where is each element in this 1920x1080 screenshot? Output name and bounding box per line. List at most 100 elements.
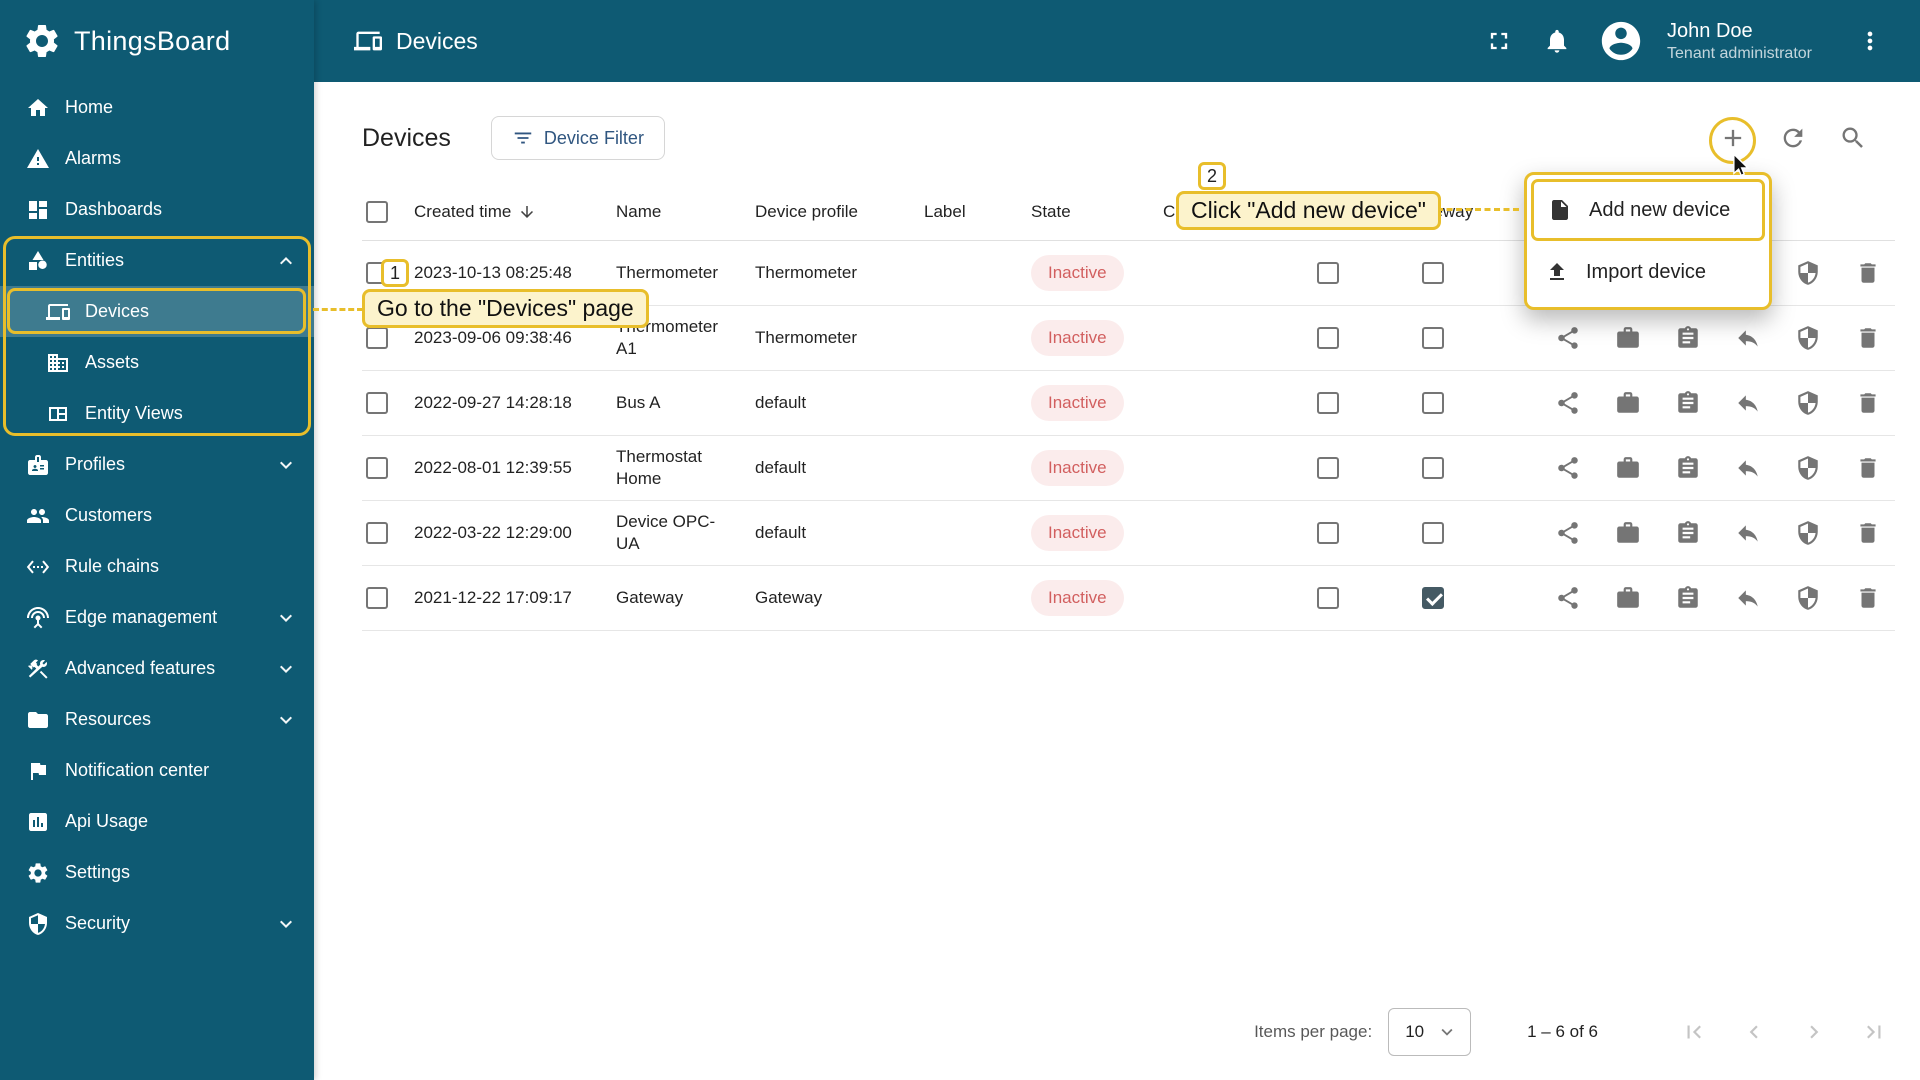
select-all-checkbox[interactable] (366, 200, 388, 223)
items-per-page-select[interactable]: 10 (1388, 1008, 1472, 1056)
sidebar-nav: Home Alarms Dashboards Entities Devices (0, 82, 314, 949)
security-button[interactable] (1795, 455, 1821, 481)
sidebar-item-label: Rule chains (65, 556, 160, 576)
assign-customer-button[interactable] (1615, 585, 1641, 611)
share-button[interactable] (1555, 325, 1581, 351)
security-button[interactable] (1795, 260, 1821, 286)
sidebar-item-devices[interactable]: Devices (0, 286, 314, 337)
sidebar-item-advanced-features[interactable]: Advanced features (0, 643, 314, 694)
check-connectivity-button[interactable] (1735, 455, 1761, 481)
menu-item-import-device[interactable]: Import device (1531, 241, 1765, 303)
customer-cell (1163, 240, 1280, 306)
more-menu-button[interactable] (1852, 23, 1888, 59)
security-button[interactable] (1795, 520, 1821, 546)
manage-credentials-button[interactable] (1675, 325, 1701, 351)
table-row[interactable]: 2023-09-06 09:38:46 Thermometer A1 Therm… (362, 305, 1895, 371)
table-row[interactable]: 2022-08-01 12:39:55 Thermostat Home defa… (362, 435, 1895, 501)
delete-button[interactable] (1855, 390, 1881, 416)
share-button[interactable] (1555, 390, 1581, 416)
sidebar-item-home[interactable]: Home (0, 82, 314, 133)
row-checkbox[interactable] (366, 521, 388, 544)
check-connectivity-button[interactable] (1735, 520, 1761, 546)
user-avatar-button[interactable] (1597, 17, 1645, 65)
add-entity-button[interactable] (1711, 116, 1755, 160)
sidebar-item-label: Advanced features (65, 658, 216, 678)
sidebar-item-api-usage[interactable]: Api Usage (0, 796, 314, 847)
delete-button[interactable] (1855, 585, 1881, 611)
refresh-button[interactable] (1771, 116, 1815, 160)
delete-button[interactable] (1855, 260, 1881, 286)
delete-button[interactable] (1855, 455, 1881, 481)
row-checkbox[interactable] (366, 391, 388, 414)
next-page-button[interactable] (1798, 1016, 1830, 1048)
gateway-checkbox[interactable] (1421, 521, 1444, 544)
assign-customer-button[interactable] (1615, 390, 1641, 416)
plus-icon (1719, 124, 1747, 152)
assign-customer-button[interactable] (1615, 455, 1641, 481)
gateway-checkbox[interactable] (1421, 456, 1444, 479)
public-checkbox[interactable] (1316, 586, 1339, 609)
shield-icon (1795, 325, 1821, 351)
row-checkbox[interactable] (366, 261, 388, 284)
reply-arrow-icon (1735, 455, 1761, 481)
row-checkbox[interactable] (366, 326, 388, 349)
sidebar-item-entities[interactable]: Entities (0, 235, 314, 286)
public-checkbox[interactable] (1316, 521, 1339, 544)
table-row[interactable]: 2022-03-22 12:29:00 Device OPC-UA defaul… (362, 500, 1895, 566)
shield-icon (26, 912, 50, 936)
security-button[interactable] (1795, 390, 1821, 416)
public-checkbox[interactable] (1316, 261, 1339, 284)
sidebar-item-customers[interactable]: Customers (0, 490, 314, 541)
clipboard-icon (1675, 520, 1701, 546)
sidebar-item-rule-chains[interactable]: Rule chains (0, 541, 314, 592)
check-connectivity-button[interactable] (1735, 585, 1761, 611)
first-page-button[interactable] (1678, 1016, 1710, 1048)
share-button[interactable] (1555, 455, 1581, 481)
sidebar-item-dashboards[interactable]: Dashboards (0, 184, 314, 235)
security-button[interactable] (1795, 325, 1821, 351)
sidebar-item-assets[interactable]: Assets (0, 337, 314, 388)
assign-customer-button[interactable] (1615, 520, 1641, 546)
public-checkbox[interactable] (1316, 391, 1339, 414)
notifications-button[interactable] (1539, 23, 1575, 59)
gateway-checkbox[interactable] (1421, 391, 1444, 414)
delete-button[interactable] (1855, 520, 1881, 546)
gateway-checkbox[interactable] (1421, 261, 1444, 284)
public-checkbox[interactable] (1316, 456, 1339, 479)
menu-item-label: Import device (1586, 260, 1707, 283)
delete-button[interactable] (1855, 325, 1881, 351)
previous-page-button[interactable] (1738, 1016, 1770, 1048)
security-button[interactable] (1795, 585, 1821, 611)
sidebar-item-entity-views[interactable]: Entity Views (0, 388, 314, 439)
share-button[interactable] (1555, 585, 1581, 611)
column-header-created-time[interactable]: Created time (414, 184, 616, 241)
sidebar-item-settings[interactable]: Settings (0, 847, 314, 898)
manage-credentials-button[interactable] (1675, 390, 1701, 416)
manage-credentials-button[interactable] (1675, 520, 1701, 546)
table-row[interactable]: 2022-09-27 14:28:18 Bus A default Inacti… (362, 370, 1895, 436)
device-filter-button[interactable]: Device Filter (490, 116, 665, 160)
sidebar-item-profiles[interactable]: Profiles (0, 439, 314, 490)
fullscreen-button[interactable] (1481, 23, 1517, 59)
gateway-checkbox[interactable] (1421, 586, 1444, 609)
row-checkbox[interactable] (366, 586, 388, 609)
sidebar-item-resources[interactable]: Resources (0, 694, 314, 745)
assign-customer-button[interactable] (1615, 325, 1641, 351)
search-button[interactable] (1831, 116, 1875, 160)
sidebar-item-alarms[interactable]: Alarms (0, 133, 314, 184)
category-icon (26, 249, 50, 273)
manage-credentials-button[interactable] (1675, 585, 1701, 611)
table-row[interactable]: 2021-12-22 17:09:17 Gateway Gateway Inac… (362, 565, 1895, 631)
row-checkbox[interactable] (366, 456, 388, 479)
sidebar-item-security[interactable]: Security (0, 898, 314, 949)
share-button[interactable] (1555, 520, 1581, 546)
last-page-button[interactable] (1858, 1016, 1890, 1048)
menu-item-add-new-device[interactable]: Add new device (1531, 179, 1765, 241)
gateway-checkbox[interactable] (1421, 326, 1444, 349)
sidebar-item-notification-center[interactable]: Notification center (0, 745, 314, 796)
sidebar-item-edge-management[interactable]: Edge management (0, 592, 314, 643)
check-connectivity-button[interactable] (1735, 325, 1761, 351)
manage-credentials-button[interactable] (1675, 455, 1701, 481)
check-connectivity-button[interactable] (1735, 390, 1761, 416)
public-checkbox[interactable] (1316, 326, 1339, 349)
